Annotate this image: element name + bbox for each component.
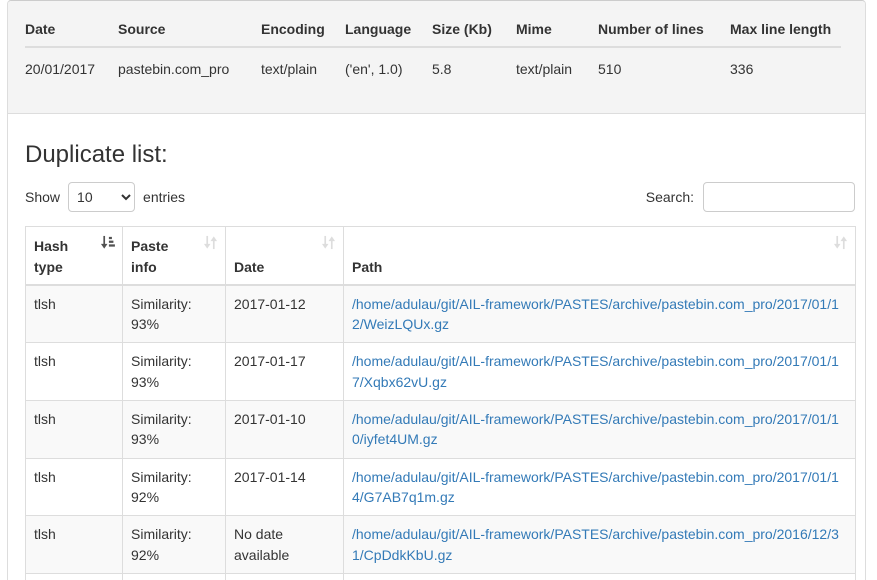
table-row: tlsh Similarity: 93% 2017-01-10 /home/ad… bbox=[26, 401, 856, 459]
column-label: Path bbox=[352, 259, 382, 275]
cell-paste-info: Similarity: 92% bbox=[123, 458, 226, 516]
meta-value-date: 20/01/2017 bbox=[25, 47, 118, 77]
cell-hash-type: tlsh bbox=[26, 343, 123, 401]
page-length-control: Show 10 entries bbox=[25, 182, 185, 212]
sort-amount-icon bbox=[100, 235, 115, 250]
meta-header-date: Date bbox=[25, 21, 118, 47]
column-header-hash-type[interactable]: Hash type bbox=[26, 227, 123, 285]
cell-path: /home/adulau/git/AIL-framework/PASTES/ar… bbox=[344, 458, 856, 516]
cell-hash-type: tlsh bbox=[26, 401, 123, 459]
meta-header-encoding: Encoding bbox=[261, 21, 345, 47]
table-row-partial bbox=[26, 573, 856, 580]
meta-value-lines: 510 bbox=[598, 47, 730, 77]
cell-path: /home/adulau/git/AIL-framework/PASTES/ar… bbox=[344, 516, 856, 574]
paste-metadata-table: Date Source Encoding Language Size (Kb) … bbox=[25, 21, 841, 77]
meta-value-language: ('en', 1.0) bbox=[345, 47, 432, 77]
cell-date: 2017-01-14 bbox=[226, 458, 344, 516]
table-row: tlsh Similarity: 93% 2017-01-17 /home/ad… bbox=[26, 343, 856, 401]
search-label: Search: bbox=[646, 189, 694, 205]
search-control: Search: bbox=[646, 182, 855, 212]
cell-date: 2017-01-17 bbox=[226, 343, 344, 401]
duplicate-list-section: Duplicate list: Show 10 entries Search: bbox=[8, 142, 865, 580]
column-label: Paste info bbox=[131, 238, 168, 274]
column-header-date[interactable]: Date bbox=[226, 227, 344, 285]
column-label: Hash type bbox=[34, 238, 68, 274]
meta-value-size: 5.8 bbox=[432, 47, 516, 77]
paste-path-link[interactable]: /home/adulau/git/AIL-framework/PASTES/ar… bbox=[352, 411, 839, 447]
cell-paste-info: Similarity: 93% bbox=[123, 401, 226, 459]
page-length-select[interactable]: 10 bbox=[68, 182, 135, 212]
cell-paste-info: Similarity: 92% bbox=[123, 516, 226, 574]
meta-value-source: pastebin.com_pro bbox=[118, 47, 261, 77]
column-label: Date bbox=[234, 259, 264, 275]
table-row: tlsh Similarity: 92% 2017-01-14 /home/ad… bbox=[26, 458, 856, 516]
duplicate-table-header-row: Hash type Paste info bbox=[26, 227, 856, 285]
paste-path-link[interactable]: /home/adulau/git/AIL-framework/PASTES/ar… bbox=[352, 353, 839, 389]
show-label: Show bbox=[25, 189, 60, 205]
meta-header-size: Size (Kb) bbox=[432, 21, 516, 47]
cell-path: /home/adulau/git/AIL-framework/PASTES/ar… bbox=[344, 343, 856, 401]
meta-value-maxlen: 336 bbox=[730, 47, 841, 77]
cell-hash-type: tlsh bbox=[26, 285, 123, 343]
cell-paste-info: Similarity: 93% bbox=[123, 343, 226, 401]
meta-value-encoding: text/plain bbox=[261, 47, 345, 77]
table-row: tlsh Similarity: 92% No date available /… bbox=[26, 516, 856, 574]
cell-date: 2017-01-12 bbox=[226, 285, 344, 343]
paste-metadata-section: Date Source Encoding Language Size (Kb) … bbox=[8, 1, 865, 114]
entries-label: entries bbox=[143, 189, 185, 205]
cell-paste-info: Similarity: 93% bbox=[123, 285, 226, 343]
meta-value-row: 20/01/2017 pastebin.com_pro text/plain (… bbox=[25, 47, 841, 77]
meta-header-mime: Mime bbox=[516, 21, 598, 47]
meta-header-maxlen: Max line length bbox=[730, 21, 841, 47]
cell-date: No date available bbox=[226, 516, 344, 574]
duplicate-list-title: Duplicate list: bbox=[25, 142, 849, 168]
meta-header-source: Source bbox=[118, 21, 261, 47]
sort-both-icon bbox=[321, 235, 336, 250]
meta-header-row: Date Source Encoding Language Size (Kb) … bbox=[25, 21, 841, 47]
paste-path-link[interactable]: /home/adulau/git/AIL-framework/PASTES/ar… bbox=[352, 296, 839, 332]
sort-both-icon bbox=[203, 235, 218, 250]
meta-header-language: Language bbox=[345, 21, 432, 47]
table-row: tlsh Similarity: 93% 2017-01-12 /home/ad… bbox=[26, 285, 856, 343]
column-header-paste-info[interactable]: Paste info bbox=[123, 227, 226, 285]
paste-path-link[interactable]: /home/adulau/git/AIL-framework/PASTES/ar… bbox=[352, 526, 839, 562]
cell-path: /home/adulau/git/AIL-framework/PASTES/ar… bbox=[344, 401, 856, 459]
sort-both-icon bbox=[833, 235, 848, 250]
search-input[interactable] bbox=[703, 182, 855, 212]
paste-details-panel: Date Source Encoding Language Size (Kb) … bbox=[7, 0, 866, 580]
cell-hash-type: tlsh bbox=[26, 516, 123, 574]
cell-hash-type: tlsh bbox=[26, 458, 123, 516]
paste-path-link[interactable]: /home/adulau/git/AIL-framework/PASTES/ar… bbox=[352, 469, 839, 505]
cell-date: 2017-01-10 bbox=[226, 401, 344, 459]
datatable-controls: Show 10 entries Search: bbox=[25, 182, 855, 212]
column-header-path[interactable]: Path bbox=[344, 227, 856, 285]
meta-value-mime: text/plain bbox=[516, 47, 598, 77]
duplicate-table: Hash type Paste info bbox=[25, 226, 856, 580]
cell-path: /home/adulau/git/AIL-framework/PASTES/ar… bbox=[344, 285, 856, 343]
meta-header-lines: Number of lines bbox=[598, 21, 730, 47]
